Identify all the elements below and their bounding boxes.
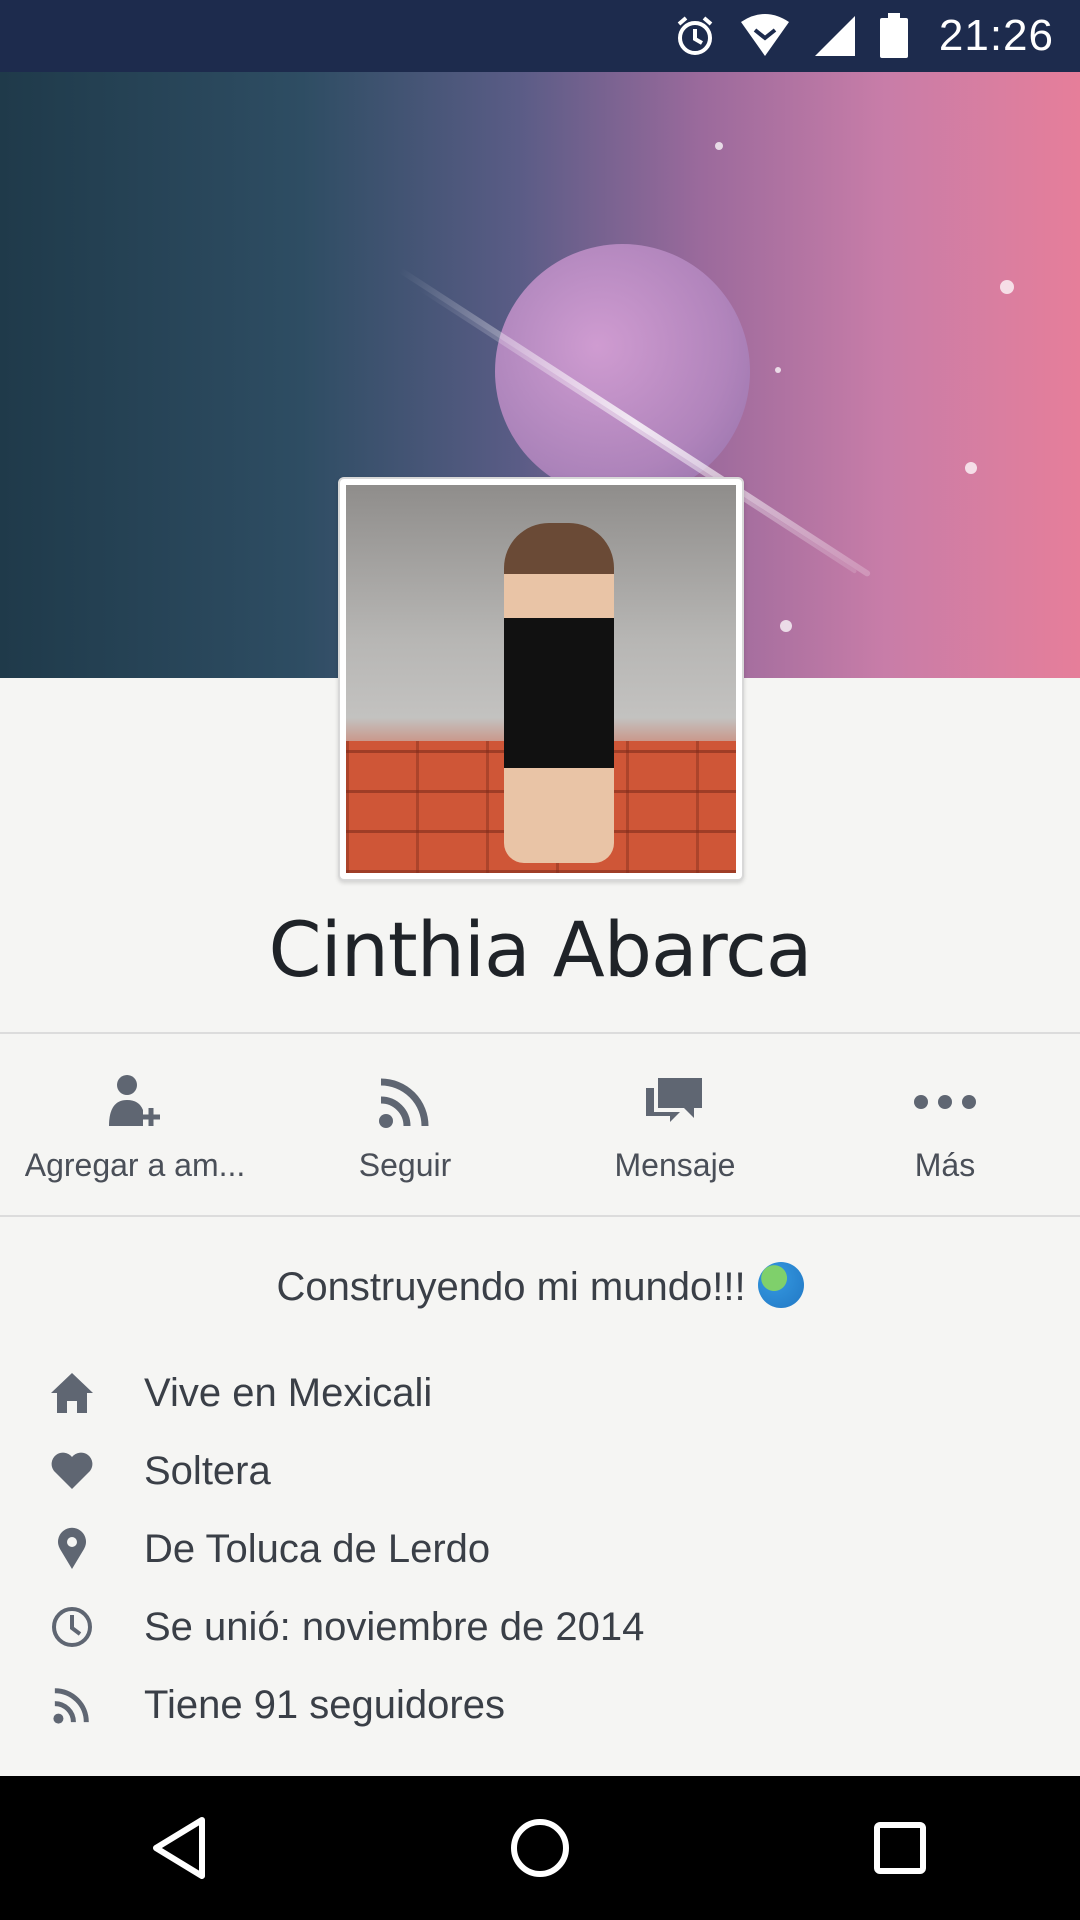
message-label: Mensaje <box>614 1146 736 1183</box>
wifi-icon <box>739 14 791 58</box>
message-button[interactable]: Mensaje <box>540 1034 810 1216</box>
divider <box>0 1215 1080 1217</box>
add-friend-button[interactable]: Agregar a am... <box>0 1034 270 1216</box>
recents-icon <box>874 1822 926 1874</box>
info-text: Soltera <box>144 1448 271 1493</box>
profile-actions: Agregar a am... Seguir Mensaje Más <box>0 1034 1080 1216</box>
cover-star <box>965 462 977 474</box>
more-dots-icon <box>913 1067 977 1137</box>
message-icon <box>644 1067 706 1137</box>
home-icon <box>0 1371 144 1415</box>
info-item-joined: Se unió: noviembre de 2014 <box>0 1588 1080 1666</box>
alarm-icon <box>673 14 717 58</box>
profile-screen: 21:26 Cinthia Abarca Agregar a am... Seg… <box>0 0 1080 1920</box>
profile-photo <box>346 485 736 873</box>
follow-label: Seguir <box>358 1146 452 1183</box>
location-pin-icon <box>0 1527 144 1571</box>
info-text: Vive en Mexicali <box>144 1370 433 1415</box>
back-button[interactable] <box>120 1788 240 1908</box>
status-time: 21:26 <box>938 11 1054 60</box>
follow-rss-icon <box>377 1067 433 1137</box>
info-item-relationship: Soltera <box>0 1432 1080 1510</box>
bio-text: Construyendo mi mundo!!! <box>276 1265 746 1309</box>
info-item-residence: Vive en Mexicali <box>0 1354 1080 1432</box>
more-button[interactable]: Más <box>810 1034 1080 1216</box>
info-text: De Toluca de Lerdo <box>144 1526 491 1571</box>
rss-icon <box>0 1685 144 1725</box>
status-bar: 21:26 <box>0 0 1080 72</box>
heart-icon <box>0 1451 144 1491</box>
profile-bio: Construyendo mi mundo!!! <box>0 1262 1080 1310</box>
add-friend-label: Agregar a am... <box>24 1146 246 1183</box>
profile-name: Cinthia Abarca <box>268 905 813 994</box>
recents-button[interactable] <box>840 1788 960 1908</box>
cover-star <box>780 620 792 632</box>
add-friend-icon <box>103 1067 167 1137</box>
home-circle-icon <box>511 1819 569 1877</box>
info-text: Se unió: noviembre de 2014 <box>144 1604 645 1649</box>
home-button[interactable] <box>480 1788 600 1908</box>
profile-info-list: Vive en Mexicali Soltera De Toluca de Le… <box>0 1354 1080 1744</box>
cell-signal-icon <box>813 14 857 58</box>
cover-star <box>715 142 723 150</box>
more-label: Más <box>914 1146 976 1183</box>
clock-icon <box>0 1605 144 1649</box>
cover-star <box>775 367 781 373</box>
navigation-bar <box>0 1776 1080 1920</box>
back-icon <box>153 1817 205 1879</box>
info-item-followers[interactable]: Tiene 91 seguidores <box>0 1666 1080 1744</box>
info-item-hometown: De Toluca de Lerdo <box>0 1510 1080 1588</box>
globe-icon <box>757 1262 804 1308</box>
photo-person <box>504 523 614 863</box>
battery-icon <box>879 13 909 59</box>
follow-button[interactable]: Seguir <box>270 1034 540 1216</box>
info-text: Tiene 91 seguidores <box>144 1682 505 1727</box>
cover-star <box>1000 280 1014 294</box>
profile-picture[interactable] <box>338 477 744 881</box>
cover-moon <box>495 244 750 499</box>
